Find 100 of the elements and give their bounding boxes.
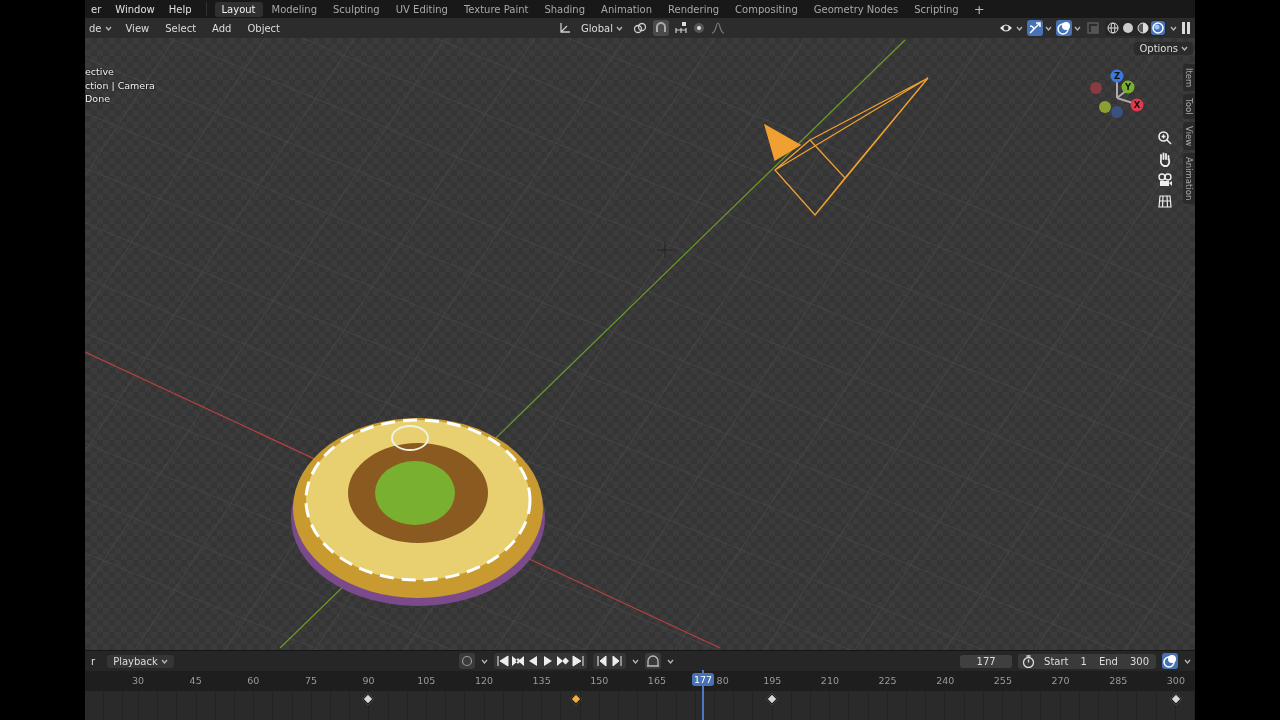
solid-shading-icon[interactable]	[1121, 21, 1135, 35]
workspace-tab[interactable]: Animation	[594, 1, 660, 17]
jump-start-icon[interactable]	[496, 654, 511, 668]
3d-viewport[interactable]: ective ction | Camera Done Options Z Y X Item Tool View Animation	[85, 38, 1195, 650]
header-menu[interactable]: Object	[241, 22, 287, 34]
end-label: End	[1097, 655, 1119, 667]
sidebar-tab[interactable]: Animation	[1183, 153, 1195, 205]
hand-icon[interactable]	[1157, 151, 1173, 167]
previous-keyframe-icon[interactable]	[511, 654, 526, 668]
rendered-shading-icon[interactable]	[1151, 21, 1165, 35]
material-shading-icon[interactable]	[1136, 21, 1150, 35]
axis-label: Y	[1124, 82, 1132, 92]
frame-number: 60	[247, 675, 260, 686]
caret-icon[interactable]	[667, 658, 675, 664]
options-dropdown[interactable]: Options	[1134, 42, 1193, 55]
current-frame-field[interactable]: 177	[960, 654, 1013, 668]
frame-number: 90	[362, 675, 375, 686]
link-icon[interactable]	[633, 22, 647, 34]
previous-frame-icon[interactable]	[595, 654, 610, 668]
workspace-tab[interactable]: Geometry Nodes	[806, 1, 906, 17]
frame-number: 300	[1166, 675, 1185, 686]
playback-dropdown[interactable]: Playback	[107, 654, 174, 668]
viewport-info-text: ective	[85, 66, 115, 78]
keyframe-icon[interactable]	[570, 693, 582, 705]
start-label: Start	[1043, 655, 1070, 667]
overlay-toggle-icon[interactable]	[1056, 20, 1072, 36]
axis-label: Z	[1113, 71, 1121, 81]
keyframe-icon[interactable]	[362, 693, 374, 705]
frame-number: 135	[532, 675, 551, 686]
header-menu[interactable]: View	[119, 22, 156, 34]
caret-icon[interactable]	[481, 658, 489, 664]
axis-gizmo[interactable]	[1090, 69, 1144, 118]
workspace-tab[interactable]: Modeling	[264, 1, 324, 17]
zoom-icon[interactable]	[1157, 130, 1173, 146]
editor-type-menu[interactable]: r	[85, 655, 102, 667]
frame-number: 210	[820, 675, 839, 686]
frame-number: 105	[417, 675, 436, 686]
mode-dropdown[interactable]: de	[85, 21, 116, 35]
caret-icon[interactable]	[1170, 25, 1177, 31]
overlay-toggle-icon[interactable]	[1162, 653, 1178, 669]
workspace-tab[interactable]: Texture Paint	[456, 1, 536, 17]
menu-item[interactable]: Help	[162, 3, 198, 15]
falloff-curve-icon[interactable]	[711, 22, 725, 34]
caret-icon[interactable]	[1184, 658, 1191, 664]
header-menu[interactable]: Select	[159, 22, 203, 34]
shading-mode-group[interactable]	[1105, 20, 1166, 36]
playhead-frame[interactable]: 177	[692, 673, 715, 686]
frame-number: 270	[1051, 675, 1070, 686]
stopwatch-icon[interactable]	[1022, 654, 1036, 668]
caret-icon[interactable]	[104, 25, 112, 31]
next-keyframe-icon[interactable]	[556, 654, 571, 668]
sidebar-tab[interactable]: View	[1183, 121, 1195, 151]
frame-number: 150	[590, 675, 609, 686]
frame-number: 120	[474, 675, 493, 686]
orientation-dropdown[interactable]: Global	[577, 21, 627, 35]
workspace-tab[interactable]: Scripting	[907, 1, 966, 17]
record-icon[interactable]	[459, 653, 476, 669]
snap-target-icon[interactable]	[675, 22, 687, 34]
frame-number: 285	[1109, 675, 1128, 686]
end-frame-field[interactable]: 300	[1126, 655, 1152, 667]
axes-icon[interactable]	[559, 22, 572, 34]
caret-icon[interactable]	[1045, 25, 1052, 31]
caret-icon[interactable]	[632, 658, 640, 664]
workspace-tab[interactable]: Rendering	[661, 1, 727, 17]
workspace-tab[interactable]: Sculpting	[326, 1, 387, 17]
workspace-tab[interactable]: Shading	[537, 1, 593, 17]
frame-number: 75	[304, 675, 317, 686]
workspace-tab[interactable]: Compositing	[728, 1, 805, 17]
caret-icon[interactable]	[616, 25, 623, 31]
caret-icon[interactable]	[160, 658, 168, 664]
sidebar-tab[interactable]: Tool	[1183, 94, 1195, 119]
magnet-icon[interactable]	[653, 20, 669, 36]
caret-icon[interactable]	[1016, 25, 1023, 31]
sidebar-tab[interactable]: Item	[1183, 64, 1195, 92]
viewport-info-text: Done	[85, 93, 111, 105]
keyframe-icon[interactable]	[1170, 693, 1182, 705]
gizmo-toggle-icon[interactable]	[1027, 20, 1043, 36]
next-frame-icon[interactable]	[610, 654, 625, 668]
start-frame-field[interactable]: 1	[1077, 655, 1090, 667]
proportional-edit-icon[interactable]	[693, 22, 705, 34]
keying-icon[interactable]	[645, 653, 662, 669]
jump-end-icon[interactable]	[571, 654, 586, 668]
workspace-tab[interactable]: UV Editing	[388, 1, 455, 17]
header-menu[interactable]: Add	[206, 22, 238, 34]
caret-icon[interactable]	[1181, 46, 1188, 51]
wireframe-shading-icon[interactable]	[1106, 21, 1120, 35]
grid-icon[interactable]	[1157, 193, 1173, 209]
menu-item[interactable]: er	[85, 3, 108, 15]
workspace-tab[interactable]: Layout	[214, 1, 263, 17]
pause-icon[interactable]	[1181, 21, 1191, 35]
caret-icon[interactable]	[1074, 25, 1081, 31]
frame-number: 195	[763, 675, 782, 686]
keyframe-icon[interactable]	[766, 693, 778, 705]
axis-label: X	[1133, 100, 1141, 110]
frame-number: 30	[131, 675, 145, 686]
menu-item[interactable]: Window	[109, 3, 161, 15]
frame-number: 165	[647, 675, 666, 686]
xray-toggle-icon[interactable]	[1085, 20, 1101, 36]
camera-icon[interactable]	[1157, 172, 1173, 188]
add-workspace-button[interactable]: +	[967, 1, 991, 17]
